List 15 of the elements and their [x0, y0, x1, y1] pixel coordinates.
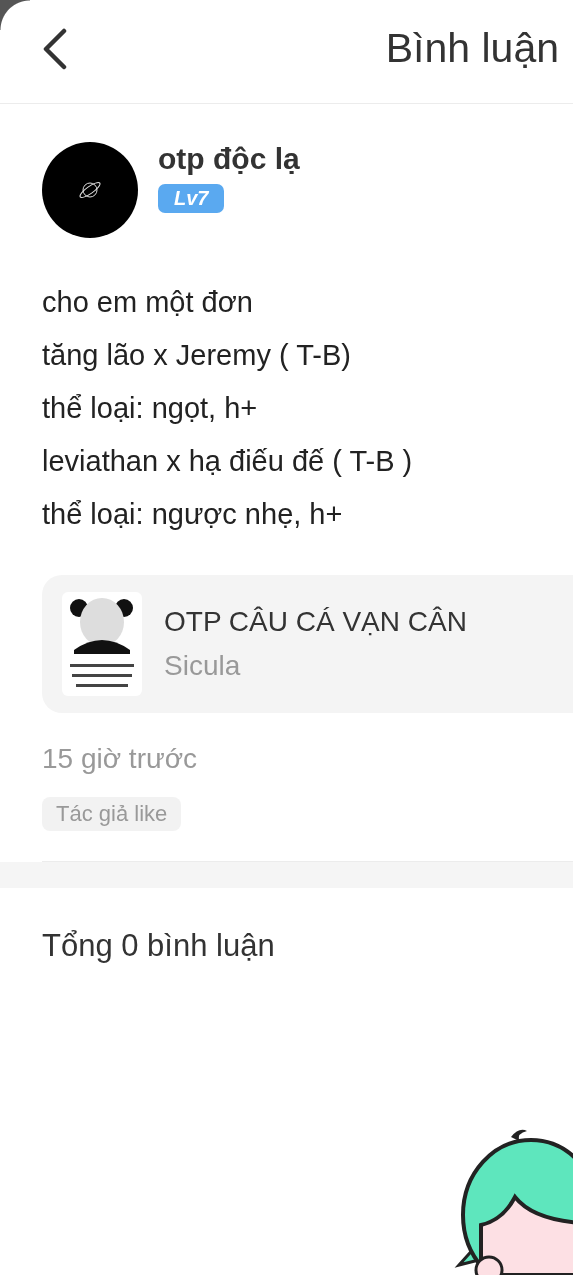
author-name[interactable]: otp độc lạ — [158, 142, 300, 176]
post-text-line: thể loại: ngọt, h+ — [42, 391, 259, 426]
book-card[interactable]: OTP CÂU CÁ VẠN CÂN Sicula — [42, 575, 573, 713]
back-button[interactable] — [42, 27, 68, 70]
level-badge: Lv7 — [158, 184, 225, 213]
page-title: Bình luận — [385, 25, 559, 72]
comment-count: Tổng 0 bình luận — [42, 928, 275, 963]
book-title: OTP CÂU CÁ VẠN CÂN — [164, 606, 467, 638]
post-text-line: thể loại: ngược nhẹ, h+ — [42, 497, 344, 532]
book-author: Sicula — [164, 650, 242, 682]
post-text-line: tăng lão x Jeremy ( T-B) — [42, 338, 352, 373]
post-text-line: leviathan x hạ điếu đế ( T-B ) — [42, 444, 414, 479]
tag: Tác giả like — [42, 797, 182, 831]
post-time: 15 giờ trước — [42, 743, 199, 775]
post-text-line: cho em một đơn — [42, 285, 254, 320]
